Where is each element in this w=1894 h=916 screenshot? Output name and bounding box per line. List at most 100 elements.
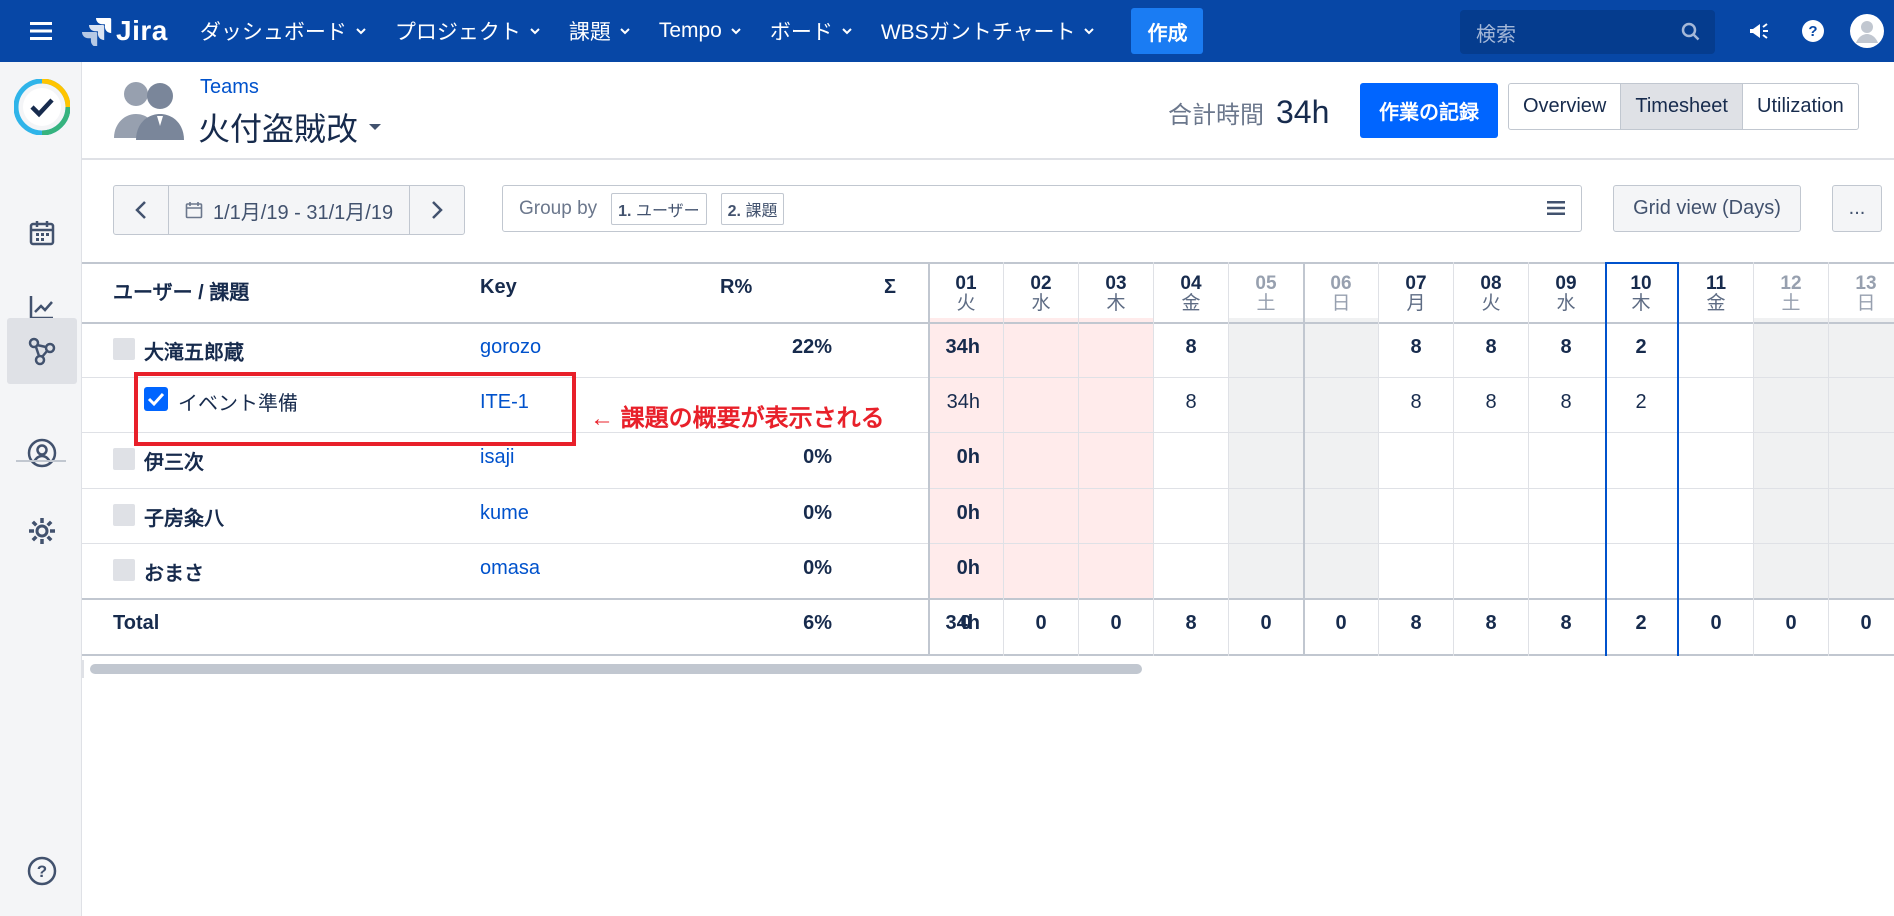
team-name-dropdown[interactable]: 火付盗賊改: [198, 104, 382, 150]
day-header[interactable]: 07 月: [1379, 274, 1453, 314]
log-work-button[interactable]: 作業の記録: [1360, 83, 1498, 138]
day-weekday: 土: [1781, 293, 1801, 314]
chevron-down-icon: [530, 28, 540, 35]
day-weekday: 木: [1631, 293, 1651, 314]
megaphone-icon[interactable]: [1732, 0, 1786, 62]
tab-timesheet[interactable]: Timesheet: [1621, 84, 1743, 129]
more-options-button[interactable]: ...: [1832, 185, 1882, 232]
day-weekday: 水: [1031, 293, 1051, 314]
group-chip-user[interactable]: 1. ユーザー: [611, 192, 707, 225]
gear-icon[interactable]: [7, 498, 77, 564]
grid-line: [1153, 262, 1154, 656]
date-range-picker[interactable]: 1/1月/19 - 31/1月/19: [168, 186, 411, 234]
user-avatar[interactable]: [1840, 0, 1894, 62]
total-day-cell: 0: [1035, 612, 1047, 634]
menu-icon[interactable]: [0, 0, 82, 62]
day-header[interactable]: 04 金: [1154, 274, 1228, 314]
day-header[interactable]: 01 火: [929, 274, 1003, 314]
nav-dashboard[interactable]: ダッシュボード: [186, 0, 381, 62]
search-input[interactable]: 検索: [1460, 10, 1715, 54]
group-by-bar[interactable]: Group by 1. ユーザー 2. 課題: [502, 185, 1582, 232]
day-weekday: 金: [1706, 293, 1726, 314]
help-icon[interactable]: ?: [1786, 0, 1840, 62]
day-header[interactable]: 09 水: [1529, 274, 1603, 314]
grid-line: [1753, 262, 1754, 656]
group-chip-issue[interactable]: 2. 課題: [720, 192, 785, 225]
day-weekday: 火: [956, 293, 976, 314]
day-header[interactable]: 12 土: [1754, 274, 1828, 314]
list-menu-icon[interactable]: [1547, 200, 1565, 216]
user-key-link[interactable]: isaji: [480, 446, 514, 469]
user-key-link[interactable]: gorozo: [480, 336, 541, 359]
day-number: 12: [1780, 273, 1802, 294]
nav-projects[interactable]: プロジェクト: [381, 0, 555, 62]
header-sigma[interactable]: Σ: [884, 276, 896, 299]
group-chip-num: 2.: [727, 202, 741, 220]
breadcrumb-teams-link[interactable]: Teams: [200, 76, 259, 99]
group-chip-label: 課題: [745, 202, 778, 220]
day-header[interactable]: 02 水: [1004, 274, 1078, 314]
day-cell[interactable]: 8: [1154, 391, 1228, 414]
header-r-percent[interactable]: R%: [720, 276, 752, 299]
day-header[interactable]: 03 木: [1079, 274, 1153, 314]
day-cell[interactable]: 8: [1379, 336, 1453, 359]
nav-wbs-gantt[interactable]: WBSガントチャート: [867, 0, 1110, 62]
day-header[interactable]: 05 土: [1229, 274, 1303, 314]
day-cell[interactable]: 8: [1379, 391, 1453, 414]
team-avatar-icon: [112, 78, 186, 145]
grid-view-button[interactable]: Grid view (Days): [1613, 185, 1801, 232]
day-number: 03: [1105, 273, 1127, 294]
nav-issues[interactable]: 課題: [555, 0, 645, 62]
svg-text:?: ?: [37, 862, 47, 881]
row-r-percent: 0%: [803, 446, 832, 468]
user-key-link[interactable]: kume: [480, 502, 529, 525]
tempo-logo[interactable]: [7, 74, 77, 140]
today-column-highlight: [1605, 262, 1679, 656]
total-day-cell: 0: [1710, 612, 1722, 634]
next-period-button[interactable]: [410, 186, 464, 234]
day-cell[interactable]: 8: [1454, 336, 1528, 359]
tab-overview[interactable]: Overview: [1509, 84, 1622, 129]
jira-logo[interactable]: Jira: [82, 15, 168, 47]
total-day-cell: 0: [1335, 612, 1347, 634]
day-cell[interactable]: 8: [1454, 391, 1528, 414]
day-cell[interactable]: 2: [1604, 336, 1678, 359]
day-header[interactable]: 08 火: [1454, 274, 1528, 314]
grid-line: [1078, 262, 1079, 656]
horizontal-scrollbar[interactable]: [90, 664, 1142, 674]
jira-logo-icon: [82, 18, 112, 46]
calendar-icon[interactable]: [7, 200, 77, 266]
total-day-cell: 0: [960, 612, 972, 634]
day-cell[interactable]: 8: [1154, 336, 1228, 359]
user-key-link[interactable]: omasa: [480, 557, 540, 580]
teams-network-icon[interactable]: [7, 318, 77, 384]
day-header[interactable]: 06 日: [1304, 274, 1378, 314]
account-icon[interactable]: [7, 420, 77, 486]
day-cell[interactable]: 2: [1604, 391, 1678, 414]
day-header[interactable]: 10 木: [1604, 274, 1678, 314]
day-cell[interactable]: 8: [1529, 336, 1603, 359]
day-number: 13: [1855, 273, 1877, 294]
create-button[interactable]: 作成: [1131, 8, 1204, 54]
top-right-icons: ?: [1732, 0, 1894, 62]
grid-line: [1453, 262, 1454, 656]
left-sidebar: ?: [0, 62, 82, 916]
header-user-issue[interactable]: ユーザー / 課題: [113, 276, 249, 305]
user-avatar-icon: [113, 559, 135, 581]
day-number: 07: [1405, 273, 1427, 294]
total-day-cell: 8: [1185, 612, 1197, 634]
day-weekday: 月: [1406, 293, 1426, 314]
day-weekday: 土: [1256, 293, 1276, 314]
caret-down-icon: [369, 124, 382, 130]
day-header[interactable]: 13 日: [1829, 274, 1894, 314]
nav-boards[interactable]: ボード: [756, 0, 867, 62]
header-key[interactable]: Key: [480, 276, 517, 299]
day-cell[interactable]: 8: [1529, 391, 1603, 414]
tab-utilization[interactable]: Utilization: [1743, 84, 1858, 129]
help-circle-icon[interactable]: ?: [7, 838, 77, 904]
nav-tempo[interactable]: Tempo: [645, 0, 756, 62]
prev-period-button[interactable]: [114, 186, 168, 234]
sidebar-separator: [16, 460, 66, 462]
day-header[interactable]: 11 金: [1679, 274, 1753, 314]
user-avatar-icon: [113, 504, 135, 526]
